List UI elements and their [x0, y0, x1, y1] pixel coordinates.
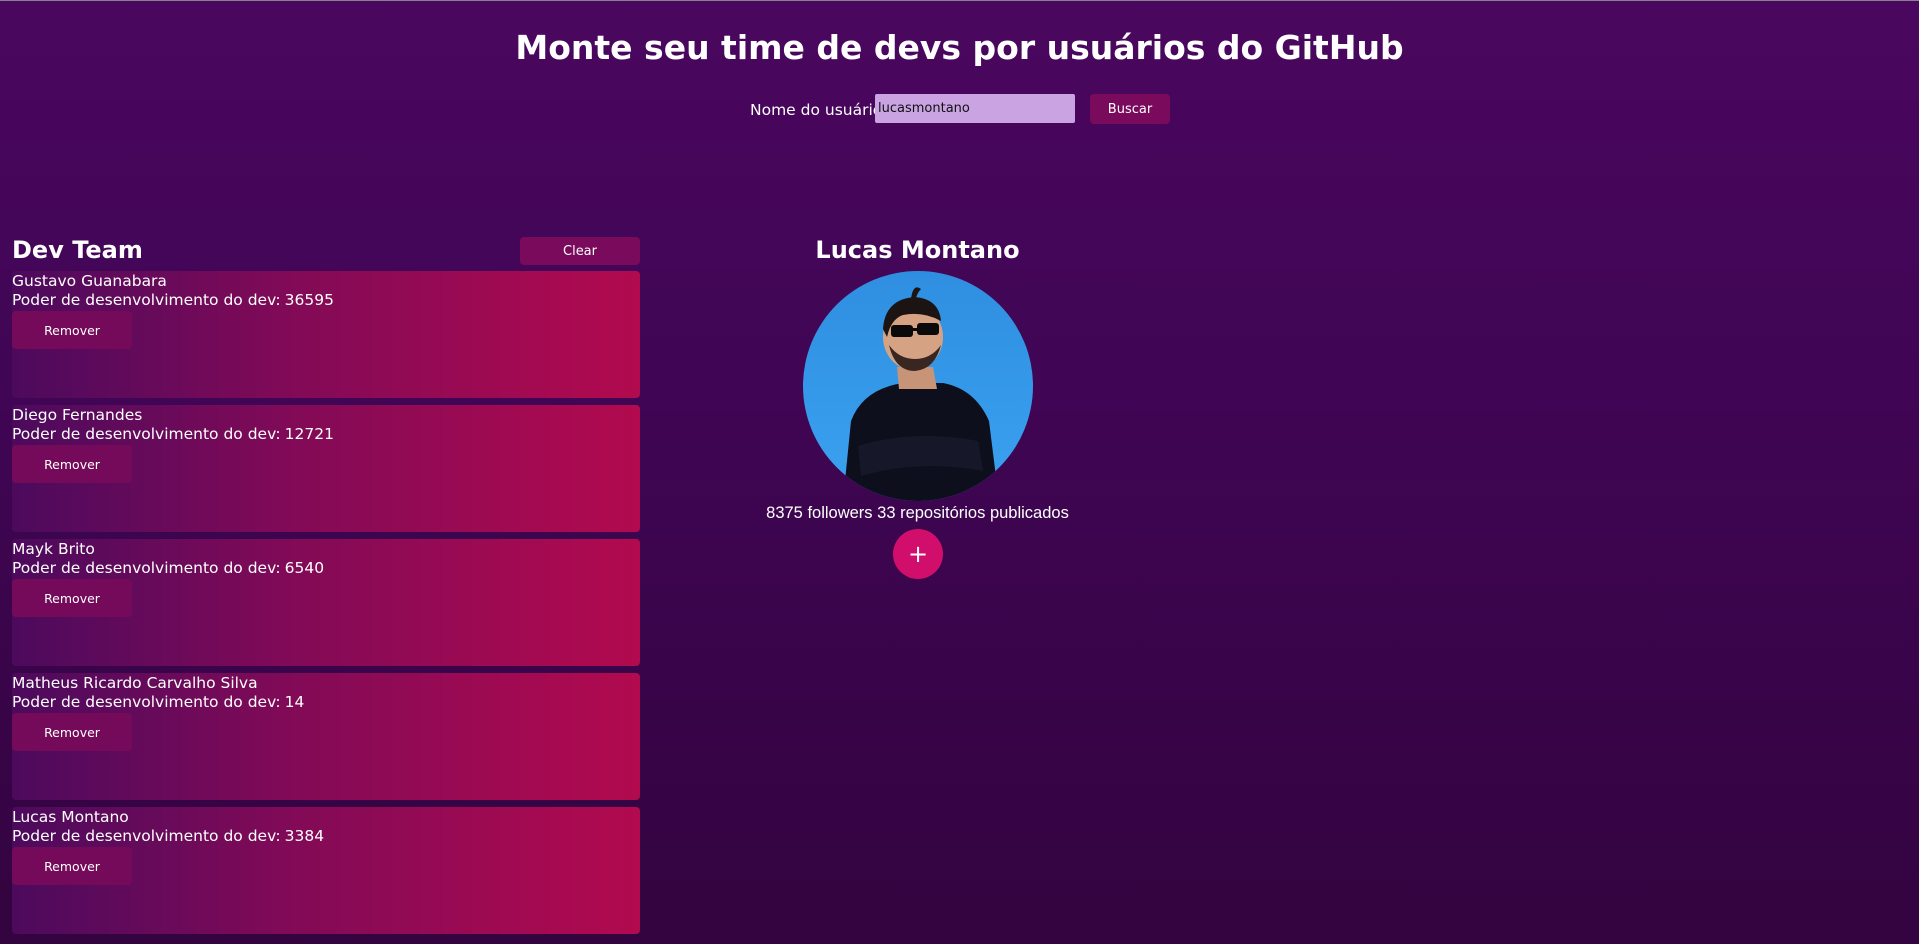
dev-power-value: 14	[284, 693, 305, 711]
search-button[interactable]: Buscar	[1090, 94, 1170, 124]
team-card: Gustavo Guanabara Poder de desenvolvimen…	[12, 271, 640, 398]
dev-power-value: 36595	[284, 291, 334, 309]
team-list: Gustavo Guanabara Poder de desenvolvimen…	[12, 271, 640, 941]
dev-power-value: 6540	[284, 559, 325, 577]
dev-power: Poder de desenvolvimento do dev: 6540	[12, 559, 324, 577]
dev-power-label: Poder de desenvolvimento do dev:	[12, 291, 281, 309]
dev-power-label: Poder de desenvolvimento do dev:	[12, 425, 281, 443]
dev-power-label: Poder de desenvolvimento do dev:	[12, 827, 281, 845]
dev-power-label: Poder de desenvolvimento do dev:	[12, 693, 281, 711]
dev-power-label: Poder de desenvolvimento do dev:	[12, 559, 281, 577]
team-title: Dev Team	[12, 236, 143, 264]
dev-power: Poder de desenvolvimento do dev: 12721	[12, 425, 334, 443]
dev-power-value: 3384	[284, 827, 325, 845]
search-input[interactable]	[875, 94, 1075, 123]
profile-panel: Lucas Montano 8375 followers 33 repositó…	[700, 236, 1135, 579]
add-to-team-button[interactable]: +	[893, 529, 943, 579]
dev-power: Poder de desenvolvimento do dev: 14	[12, 693, 304, 711]
team-card: Mayk Brito Poder de desenvolvimento do d…	[12, 539, 640, 666]
remove-button[interactable]: Remover	[12, 579, 132, 617]
page-title: Monte seu time de devs por usuários do G…	[515, 28, 1404, 67]
remove-button[interactable]: Remover	[12, 311, 132, 349]
dev-name: Gustavo Guanabara	[12, 272, 167, 290]
avatar-photo	[803, 271, 1033, 501]
dev-name: Mayk Brito	[12, 540, 95, 558]
team-card: Lucas Montano Poder de desenvolvimento d…	[12, 807, 640, 934]
remove-button[interactable]: Remover	[12, 713, 132, 751]
dev-name: Matheus Ricardo Carvalho Silva	[12, 674, 258, 692]
profile-stats: 8375 followers 33 repositórios publicado…	[766, 504, 1069, 522]
avatar	[803, 271, 1033, 501]
top-border	[0, 0, 1919, 1]
remove-button[interactable]: Remover	[12, 847, 132, 885]
plus-icon: +	[907, 540, 929, 568]
dev-name: Diego Fernandes	[12, 406, 143, 424]
dev-power: Poder de desenvolvimento do dev: 3384	[12, 827, 324, 845]
team-card: Diego Fernandes Poder de desenvolvimento…	[12, 405, 640, 532]
dev-power-value: 12721	[284, 425, 334, 443]
team-card: Matheus Ricardo Carvalho Silva Poder de …	[12, 673, 640, 800]
search-label: Nome do usuário	[750, 101, 883, 119]
dev-name: Lucas Montano	[12, 808, 129, 826]
clear-button[interactable]: Clear	[520, 237, 640, 265]
search-bar: Nome do usuário Buscar	[0, 94, 1919, 124]
dev-power: Poder de desenvolvimento do dev: 36595	[12, 291, 334, 309]
profile-name: Lucas Montano	[815, 236, 1020, 264]
remove-button[interactable]: Remover	[12, 445, 132, 483]
